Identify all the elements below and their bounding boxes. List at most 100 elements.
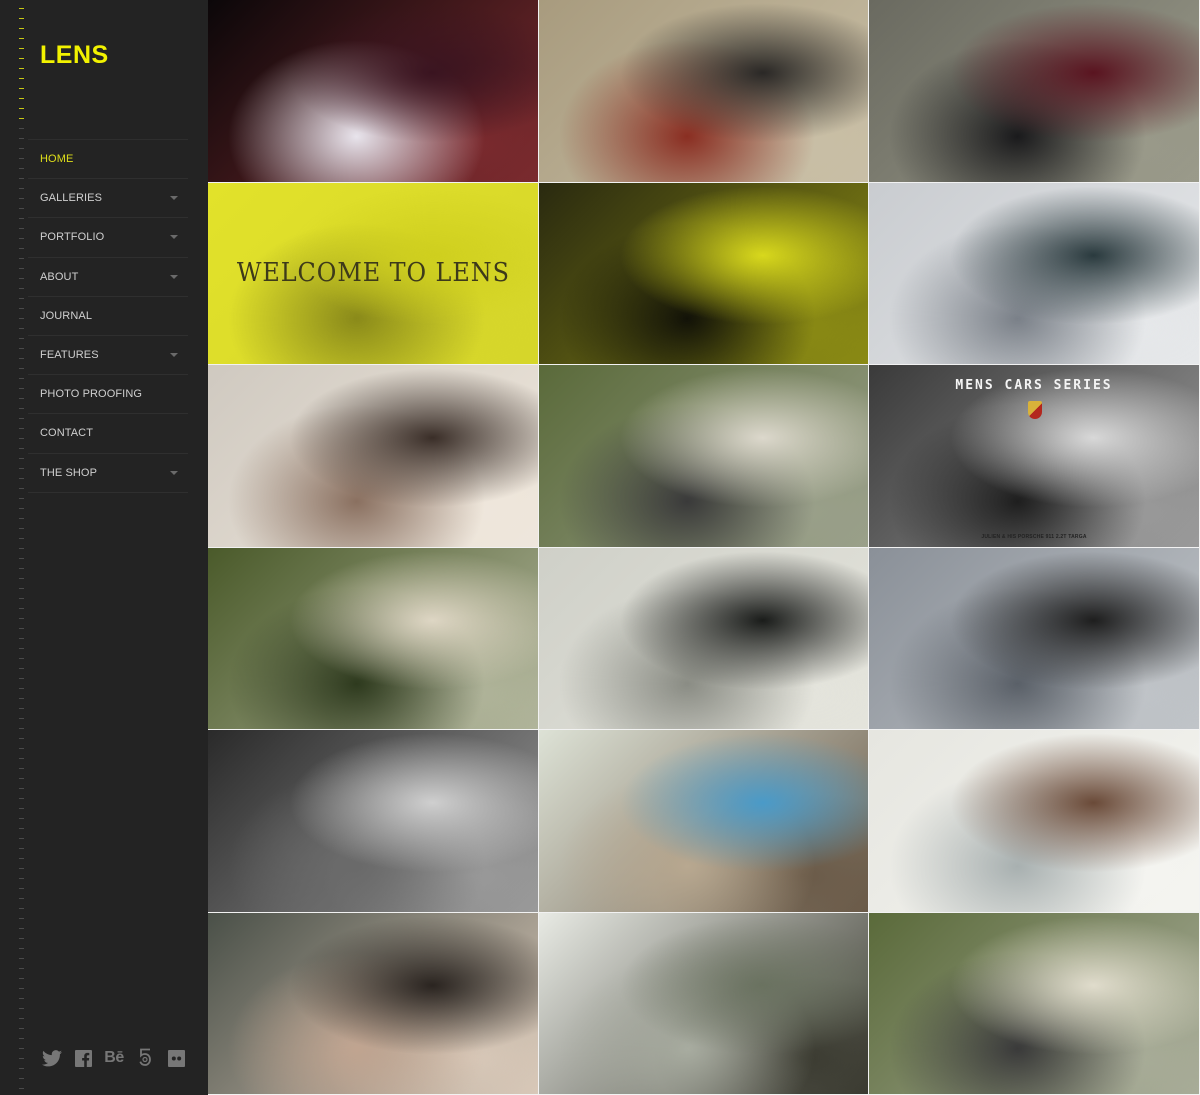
gallery-tile[interactable] (208, 547, 539, 730)
nav-label: THE SHOP (40, 466, 98, 479)
ruler-tick (19, 78, 24, 79)
ruler-tick (19, 998, 24, 999)
nav-item-galleries[interactable]: GALLERIES (28, 179, 188, 219)
ruler-tick (19, 498, 24, 499)
ruler-tick (19, 898, 24, 899)
gallery-tile[interactable] (208, 730, 539, 913)
nav-label: GALLERIES (40, 192, 103, 205)
chevron-down-icon[interactable] (170, 235, 178, 240)
porsche-crest-icon (1028, 401, 1042, 419)
ruler-tick (19, 988, 24, 989)
facebook-icon[interactable] (72, 1047, 94, 1069)
gallery-tile-mens-cars[interactable]: MENS CARS SERIES JULIEN & HIS PORSCHE 91… (869, 365, 1200, 548)
main-navigation: HOME GALLERIES PORTFOLIO ABOUT JOURNAL F… (28, 139, 188, 493)
ruler-tick (19, 388, 24, 389)
ruler-tick (19, 648, 24, 649)
ruler-tick (19, 418, 24, 419)
gallery-tile[interactable] (539, 547, 869, 730)
ruler-tick (19, 278, 24, 279)
ruler-tick (19, 718, 24, 719)
site-logo[interactable]: LENS (40, 41, 109, 70)
ruler-tick (19, 668, 24, 669)
gallery-tile[interactable] (539, 182, 869, 365)
ruler-tick (19, 738, 24, 739)
ruler-tick (19, 398, 24, 399)
ruler-tick (19, 338, 24, 339)
chevron-down-icon[interactable] (170, 196, 178, 201)
photo (539, 365, 868, 547)
500px-icon[interactable] (134, 1047, 156, 1069)
ruler-tick (19, 908, 24, 909)
nav-item-features[interactable]: FEATURES (28, 336, 188, 376)
ruler-tick (19, 598, 24, 599)
gallery-tile[interactable] (539, 365, 869, 548)
gallery-tile[interactable] (208, 0, 539, 183)
nav-item-home[interactable]: HOME (28, 140, 188, 180)
ruler-tick (19, 838, 24, 839)
ruler-tick (19, 158, 24, 159)
ruler-tick (19, 1058, 24, 1059)
ruler-tick (19, 708, 24, 709)
photo (539, 182, 868, 364)
series-title: MENS CARS SERIES (955, 378, 1113, 393)
nav-label: PORTFOLIO (40, 231, 105, 244)
ruler-tick (19, 728, 24, 729)
gallery-tile[interactable] (208, 912, 539, 1095)
nav-item-portfolio[interactable]: PORTFOLIO (28, 218, 188, 258)
twitter-icon[interactable] (41, 1047, 63, 1069)
welcome-overlay: WELCOME TO LENS (208, 183, 538, 365)
ruler-tick (19, 458, 24, 459)
ruler-tick (19, 98, 24, 99)
ruler-tick (19, 808, 24, 809)
gallery-tile[interactable] (869, 547, 1200, 730)
gallery-tile[interactable] (539, 912, 869, 1095)
chevron-down-icon[interactable] (170, 470, 178, 475)
nav-item-photo-proofing[interactable]: PHOTO PROOFING (28, 375, 188, 415)
gallery-tile[interactable] (869, 0, 1200, 183)
chevron-down-icon[interactable] (170, 274, 178, 279)
ruler-tick (19, 248, 24, 249)
ruler-tick (19, 208, 24, 209)
ruler-tick (19, 558, 24, 559)
ruler-tick (19, 1018, 24, 1019)
gallery-tile[interactable] (869, 182, 1200, 365)
chevron-down-icon[interactable] (170, 352, 178, 357)
gallery-tile[interactable] (539, 730, 869, 913)
gallery-tile[interactable] (208, 365, 539, 548)
ruler-tick (19, 618, 24, 619)
ruler-tick (19, 378, 24, 379)
ruler-tick (19, 638, 24, 639)
ruler-tick (19, 28, 24, 29)
ruler-tick (19, 468, 24, 469)
gallery-tile[interactable] (869, 730, 1200, 913)
social-links: Bē (41, 1047, 196, 1069)
ruler-tick (19, 1038, 24, 1039)
welcome-tile[interactable]: WELCOME TO LENS (208, 182, 539, 365)
ruler-tick (19, 778, 24, 779)
nav-item-about[interactable]: ABOUT (28, 258, 188, 297)
gallery-tile[interactable] (869, 912, 1200, 1095)
photo-caption: JULIEN & HIS PORSCHE 911 2.2T TARGA (981, 533, 1087, 540)
ruler-tick (19, 108, 24, 109)
ruler-tick (19, 758, 24, 759)
nav-label: ABOUT (40, 270, 79, 283)
photo (539, 547, 868, 729)
ruler-tick (19, 538, 24, 539)
ruler-tick (19, 788, 24, 789)
photo-gallery-grid: WELCOME TO LENS MENS CARS SERIES JULIEN … (208, 0, 1200, 1095)
ruler-tick (19, 488, 24, 489)
ruler-tick (19, 698, 24, 699)
behance-icon[interactable]: Bē (103, 1047, 125, 1069)
ruler-tick (19, 198, 24, 199)
nav-item-journal[interactable]: JOURNAL (28, 297, 188, 336)
ruler-tick (19, 818, 24, 819)
ruler-decoration (19, 0, 27, 1095)
ruler-tick (19, 518, 24, 519)
nav-item-contact[interactable]: CONTACT (28, 414, 188, 454)
ruler-tick (19, 578, 24, 579)
nav-label: CONTACT (40, 427, 94, 440)
flickr-icon[interactable] (165, 1047, 187, 1069)
ruler-tick (19, 928, 24, 929)
gallery-tile[interactable] (539, 0, 869, 183)
nav-item-the-shop[interactable]: THE SHOP (28, 454, 188, 493)
